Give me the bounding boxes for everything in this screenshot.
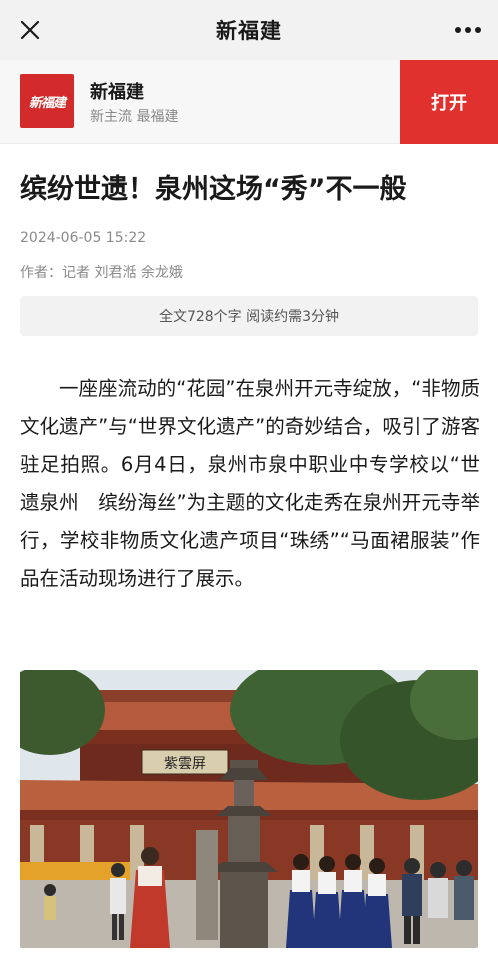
- app-promo-bar: 新福建 新福建 新主流 最福建 打开: [0, 60, 498, 144]
- app-name: 新福建: [90, 82, 144, 103]
- app-logo-text: 新福建: [28, 95, 66, 111]
- more-dots-icon[interactable]: [452, 14, 484, 46]
- article-author: 作者：记者 刘君湉 余龙娥: [20, 265, 183, 281]
- temple-plaque-text: 紫雲屏: [164, 756, 206, 772]
- article-paragraph: 一座座流动的“花园”在泉州开元寺绽放，“非物质文化遗产”与“世界文化遗产”的奇妙…: [20, 377, 480, 590]
- article-headline: 缤纷世遗！泉州这场“秀”不一般: [20, 174, 407, 205]
- top-navigation-bar: 新福建: [0, 0, 498, 60]
- open-app-button[interactable]: 打开: [400, 60, 498, 144]
- page-title: 新福建: [216, 19, 282, 43]
- article-photo[interactable]: 紫雲屏: [20, 670, 478, 948]
- app-slogan: 新主流 最福建: [90, 109, 179, 125]
- article-datetime: 2024-06-05 15:22: [20, 230, 147, 246]
- read-info-bar: 全文728个字 阅读约需3分钟: [20, 296, 478, 336]
- close-icon[interactable]: [14, 14, 46, 46]
- app-logo: 新福建: [20, 74, 74, 128]
